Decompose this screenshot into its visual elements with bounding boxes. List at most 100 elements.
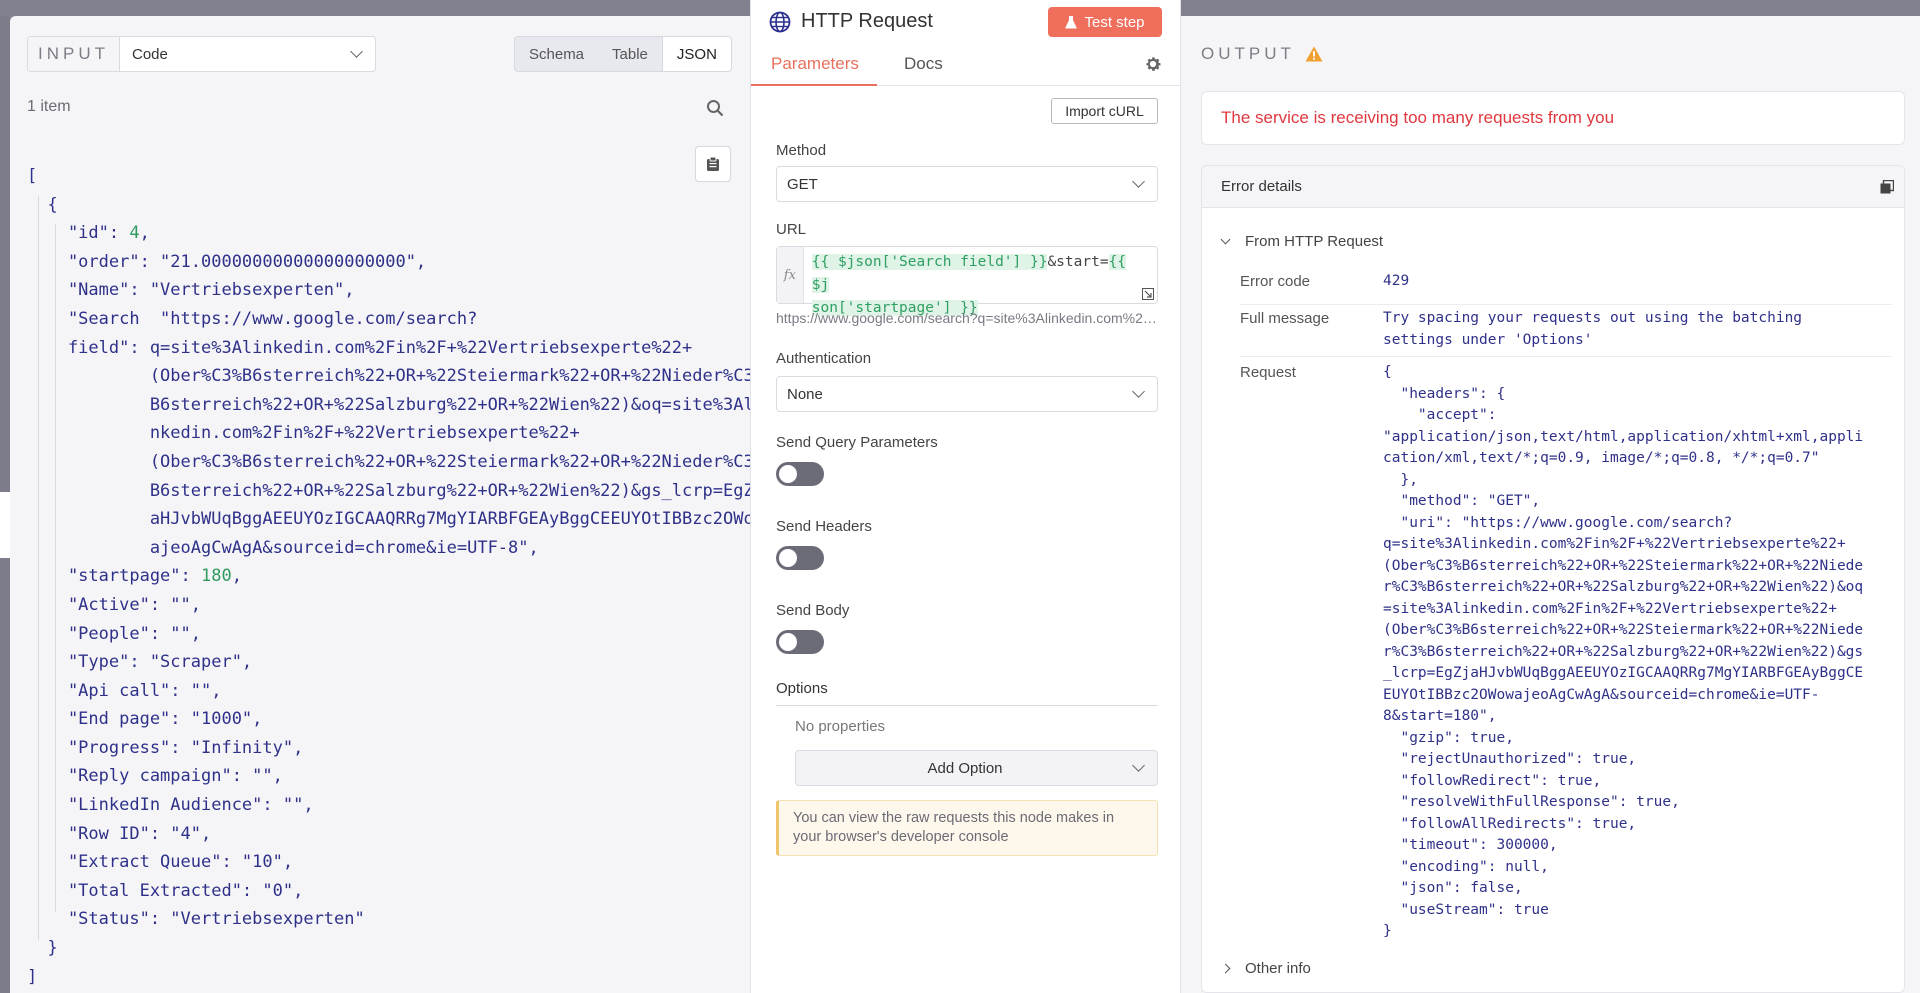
url-input[interactable]: fx {{ $json['Search field'] }}&start={{ … — [776, 246, 1158, 316]
view-json-button[interactable]: JSON — [661, 37, 731, 71]
request-line: }, — [1383, 471, 1418, 488]
json-line: } — [27, 938, 58, 959]
from-http-request-label: From HTTP Request — [1245, 233, 1384, 250]
json-line: "Progress": "Infinity", — [27, 737, 304, 758]
request-line: "resolveWithFullResponse": true, — [1383, 794, 1680, 810]
json-line: field": q=site%3Alinkedin.com%2Fin%2F+%2… — [27, 337, 693, 358]
json-line: "Reply campaign": "", — [27, 766, 283, 787]
chevron-right-icon — [1220, 963, 1231, 974]
request-line: "encoding": null, — [1383, 858, 1549, 875]
canvas-left-edge — [0, 16, 10, 993]
url-expression[interactable]: {{ $json['Search field'] }}&start={{ $j s… — [804, 247, 1157, 316]
json-line: "Api call": "", — [27, 680, 222, 701]
copy-icon[interactable] — [1880, 180, 1894, 194]
gear-icon[interactable] — [1144, 55, 1162, 73]
json-line: nkedin.com%2Fin%2F+%22Vertriebsexperte%2… — [27, 423, 580, 444]
request-line: } — [1383, 923, 1392, 939]
import-curl-button[interactable]: Import cURL — [1051, 98, 1158, 124]
output-header: OUTPUT — [1201, 44, 1323, 64]
input-panel: INPUT Code Schema Table JSON 1 item [ { … — [10, 16, 764, 993]
json-line: (Ober%C3%B6sterreich%22+OR+%22Steiermark… — [27, 366, 764, 387]
view-toggle: Schema Table JSON — [514, 36, 732, 72]
url-expr-search-field: {{ $json['Search field'] }} — [811, 254, 1048, 270]
send-body-toggle[interactable] — [776, 630, 824, 654]
json-line: "Active": "", — [27, 594, 201, 615]
json-line: "Row ID": "4", — [27, 823, 212, 844]
request-line: "accept": — [1383, 407, 1497, 423]
request-line: _lcrp=EgZjaHJvbWUqBggAEEUYOzIGCAAQRRg7Mg… — [1383, 665, 1864, 681]
tab-docs[interactable]: Docs — [904, 54, 943, 84]
send-query-toggle[interactable] — [776, 462, 824, 486]
authentication-label: Authentication — [776, 350, 872, 367]
authentication-select[interactable]: None — [776, 376, 1158, 412]
flask-icon — [1065, 16, 1078, 29]
json-line: "order": "21.00000000000000000000", — [27, 251, 427, 272]
input-label: INPUT — [28, 37, 120, 71]
request-line: "rejectUnauthorized": true, — [1383, 751, 1637, 767]
json-viewer: [ { "id": 4, "order": "21.00000000000000… — [27, 162, 764, 991]
expand-editor-icon[interactable] — [1142, 288, 1154, 300]
send-headers-toggle[interactable] — [776, 546, 824, 570]
request-line: "timeout": 300000, — [1383, 837, 1558, 853]
output-label: OUTPUT — [1201, 44, 1295, 63]
add-option-select[interactable]: Add Option — [795, 750, 1158, 786]
request-line: r%C3%B6sterreich%22+OR+%22Salzburg%22+OR… — [1383, 643, 1864, 660]
request-line: "followRedirect": true, — [1383, 772, 1602, 789]
request-line: "gzip": true, — [1383, 729, 1514, 746]
json-line: "Status": "Vertriebsexperten" — [27, 909, 365, 930]
other-info-toggle[interactable]: Other info — [1220, 960, 1311, 977]
request-line: 8&start=180", — [1383, 708, 1497, 724]
json-line: { — [27, 194, 58, 215]
request-line: "useStream": true — [1383, 901, 1549, 918]
add-option-label: Add Option — [927, 759, 1003, 777]
search-icon[interactable] — [706, 99, 724, 117]
request-line: "headers": { — [1383, 385, 1506, 402]
node-settings-panel: HTTP Request Test step Parameters Docs I… — [750, 0, 1182, 993]
canvas-side-tab[interactable] — [0, 492, 10, 558]
request-line: cation/xml,text/*;q=0.9, image/*;q=0.8, … — [1383, 450, 1820, 466]
error-code-value: 429 — [1383, 273, 1410, 289]
json-line: "Type": "Scraper", — [27, 652, 253, 673]
request-line: "followAllRedirects": true, — [1383, 815, 1637, 832]
input-source-select[interactable]: INPUT Code — [27, 36, 376, 72]
chevron-down-icon — [1132, 175, 1145, 188]
chevron-down-icon — [1220, 234, 1231, 245]
node-title: HTTP Request — [769, 10, 933, 33]
request-line: q=site%3Alinkedin.com%2Fin%2F+%22Vertrie… — [1383, 536, 1846, 552]
test-step-button[interactable]: Test step — [1048, 7, 1162, 37]
json-line: "Total Extracted": "0", — [27, 880, 304, 901]
request-line: "application/json,text/html,application/… — [1383, 428, 1864, 445]
options-section-label: Options — [776, 680, 1158, 706]
request-line: { — [1383, 364, 1392, 380]
send-query-label: Send Query Parameters — [776, 434, 938, 451]
globe-icon — [769, 11, 791, 32]
view-table-button[interactable]: Table — [598, 37, 662, 71]
test-step-label: Test step — [1084, 13, 1145, 31]
authentication-value: None — [787, 385, 823, 403]
json-line: ajeoAgCwAgA&sourceid=chrome&ie=UTF-8", — [27, 537, 539, 558]
json-line: "startpage": 180, — [27, 566, 242, 587]
send-headers-label: Send Headers — [776, 518, 872, 535]
divider — [1240, 304, 1892, 305]
json-line: "End page": "1000", — [27, 709, 263, 730]
request-line: =site%3Alinkedin.com%2Fin%2F+%22Vertrieb… — [1383, 600, 1837, 617]
request-line: r%C3%B6sterreich%22+OR+%22Salzburg%22+OR… — [1383, 579, 1864, 595]
tab-parameters[interactable]: Parameters — [751, 54, 877, 86]
developer-console-notice: You can view the raw requests this node … — [776, 800, 1158, 856]
json-line: "Search "https://www.google.com/search? — [27, 308, 478, 329]
request-line: "uri": "https://www.google.com/search? — [1383, 514, 1733, 531]
method-select[interactable]: GET — [776, 166, 1158, 202]
item-count: 1 item — [27, 98, 71, 115]
error-details-header: Error details — [1202, 166, 1904, 208]
url-resolved-preview: https://www.google.com/search?q=site%3Al… — [776, 310, 1158, 326]
error-code-label: Error code — [1240, 273, 1311, 290]
request-value: { "headers": { "accept": "application/jso… — [1383, 362, 1863, 943]
url-label: URL — [776, 221, 807, 238]
request-line: "method": "GET", — [1383, 493, 1541, 509]
url-literal: &start= — [1047, 254, 1109, 270]
error-details-card: Error details From HTTP Request Error co… — [1201, 165, 1905, 993]
from-http-request-toggle[interactable]: From HTTP Request — [1220, 233, 1384, 250]
other-info-label: Other info — [1245, 960, 1311, 977]
view-schema-button[interactable]: Schema — [515, 37, 598, 71]
warning-icon — [1305, 46, 1323, 62]
